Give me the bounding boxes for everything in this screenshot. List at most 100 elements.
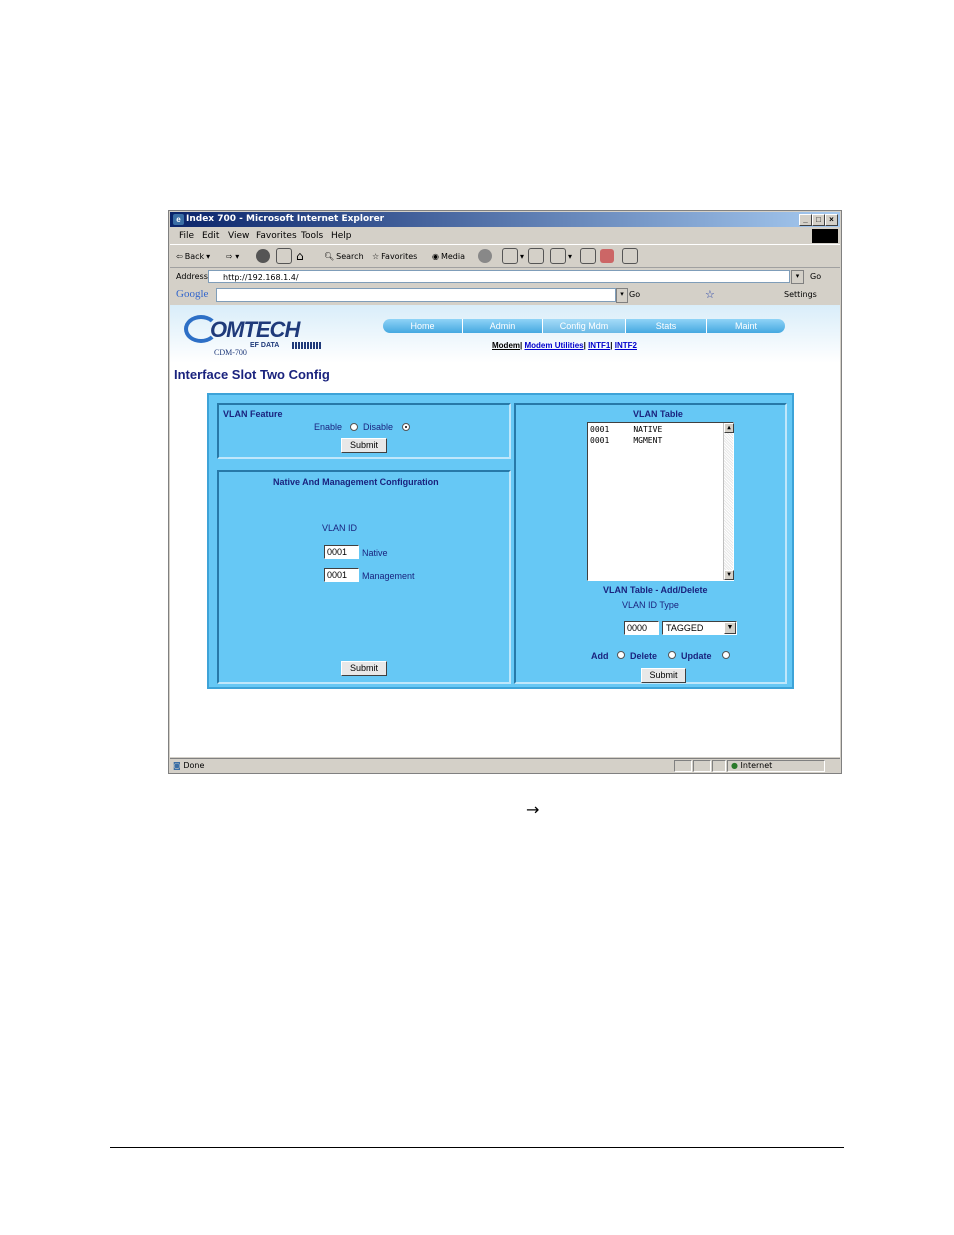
menu-help[interactable]: Help bbox=[331, 231, 352, 241]
main-nav: Home Admin Config Mdm Stats Maint bbox=[383, 319, 785, 333]
favorites-button[interactable]: ☆ Favorites bbox=[372, 248, 417, 264]
subnav-intf1[interactable]: INTF1 bbox=[588, 341, 610, 350]
favorites-label: Favorites bbox=[381, 251, 418, 261]
maximize-button[interactable]: □ bbox=[812, 214, 825, 226]
menu-edit[interactable]: Edit bbox=[202, 231, 219, 241]
menu-favorites[interactable]: Favorites bbox=[256, 231, 297, 241]
disable-label: Disable bbox=[363, 422, 394, 432]
add-radio[interactable] bbox=[617, 651, 625, 659]
address-bar: Address http://192.168.1.4/ ▾ Go bbox=[170, 268, 840, 286]
native-mgmt-submit-button[interactable]: Submit bbox=[341, 661, 387, 676]
refresh-button[interactable] bbox=[276, 248, 292, 264]
page-icon: ◙ bbox=[173, 761, 181, 770]
back-arrow-icon: ⇦ bbox=[176, 251, 183, 261]
bookmark-star-icon[interactable]: ☆ bbox=[705, 288, 715, 301]
status-segment bbox=[712, 760, 726, 772]
stop-button[interactable] bbox=[256, 248, 270, 264]
print-button[interactable] bbox=[528, 248, 544, 264]
menu-view[interactable]: View bbox=[228, 231, 249, 241]
messenger-button[interactable] bbox=[600, 248, 614, 264]
address-label: Address bbox=[176, 272, 208, 281]
print-icon bbox=[528, 248, 544, 264]
menu-file[interactable]: File bbox=[179, 231, 194, 241]
home-button[interactable]: ⌂ bbox=[296, 248, 304, 264]
arrow-right-icon: → bbox=[526, 800, 540, 819]
google-dropdown-button[interactable]: ▾ bbox=[616, 288, 628, 303]
config-panel: VLAN Feature Enable Disable Submit Nativ… bbox=[207, 393, 794, 689]
favorites-icon: ☆ bbox=[372, 251, 380, 261]
chevron-down-icon: ▾ bbox=[520, 251, 525, 261]
discuss-icon bbox=[580, 248, 596, 264]
search-button[interactable]: 🔍︎ Search bbox=[324, 248, 364, 264]
toolbar: ⇦ Back ▾ ⇨ ▾ ⌂ 🔍︎ Search ☆ Favorites ◉ M… bbox=[170, 245, 840, 268]
mail-button[interactable]: ▾ bbox=[502, 248, 524, 264]
forward-arrow-icon: ⇨ ▾ bbox=[226, 251, 240, 261]
word-icon bbox=[550, 248, 566, 264]
subnav-modem[interactable]: Modem bbox=[492, 341, 520, 350]
vlan-type-select[interactable]: TAGGED ▼ bbox=[662, 621, 737, 635]
vlan-table-row[interactable]: 0001 NATIVE bbox=[590, 425, 662, 434]
logo-text: OMTECH bbox=[210, 317, 300, 342]
subnav-intf2[interactable]: INTF2 bbox=[615, 341, 637, 350]
minimize-button[interactable]: _ bbox=[799, 214, 812, 226]
native-mgmt-box: Native And Management Configuration VLAN… bbox=[217, 470, 511, 684]
nav-home[interactable]: Home bbox=[383, 319, 463, 333]
discuss-button[interactable] bbox=[580, 248, 596, 264]
update-radio[interactable] bbox=[722, 651, 730, 659]
native-vlan-input[interactable]: 0001 bbox=[324, 545, 359, 559]
google-search-input[interactable] bbox=[216, 288, 616, 302]
google-logo: Google bbox=[176, 288, 209, 300]
back-button[interactable]: ⇦ Back ▾ bbox=[176, 248, 210, 264]
status-segment bbox=[674, 760, 692, 772]
disable-radio[interactable] bbox=[402, 423, 410, 431]
history-button[interactable] bbox=[478, 248, 492, 264]
vlan-table-list[interactable]: 0001 NATIVE 0001 MGMENT ▲ ▼ bbox=[587, 422, 734, 581]
media-button[interactable]: ◉ Media bbox=[432, 248, 465, 264]
media-icon: ◉ bbox=[432, 251, 439, 261]
research-button[interactable] bbox=[622, 248, 638, 264]
globe-icon: ● bbox=[731, 761, 738, 770]
scroll-up-icon[interactable]: ▲ bbox=[724, 423, 734, 433]
vlan-add-delete-title: VLAN Table - Add/Delete bbox=[603, 585, 708, 595]
vlan-table-row[interactable]: 0001 MGMENT bbox=[590, 436, 662, 445]
google-toolbar: Google ▾ Go ☆ Settings bbox=[170, 286, 840, 304]
search-icon: 🔍︎ bbox=[324, 251, 335, 261]
vlan-id-type-label: VLAN ID Type bbox=[622, 600, 679, 610]
logo-subtext: EF DATA bbox=[250, 342, 280, 349]
native-label: Native bbox=[362, 548, 388, 558]
close-button[interactable]: × bbox=[825, 214, 838, 226]
address-input[interactable]: http://192.168.1.4/ bbox=[208, 270, 790, 283]
address-go-button[interactable]: Go bbox=[810, 272, 821, 281]
window-title: Index 700 - Microsoft Internet Explorer bbox=[186, 214, 385, 224]
page-title: Interface Slot Two Config bbox=[174, 367, 330, 382]
nav-maint[interactable]: Maint bbox=[707, 319, 785, 333]
forward-button[interactable]: ⇨ ▾ bbox=[226, 248, 239, 264]
vlan-row-id: 0001 bbox=[590, 425, 610, 434]
history-icon bbox=[478, 249, 492, 263]
menu-tools[interactable]: Tools bbox=[301, 231, 323, 241]
management-label: Management bbox=[362, 571, 415, 581]
status-segment bbox=[693, 760, 711, 772]
status-done: Done bbox=[183, 761, 205, 770]
chevron-down-icon: ▾ bbox=[568, 251, 573, 261]
nav-stats[interactable]: Stats bbox=[626, 319, 707, 333]
nav-admin[interactable]: Admin bbox=[463, 319, 543, 333]
nav-config-mdm[interactable]: Config Mdm bbox=[543, 319, 626, 333]
status-text: ◙ Done bbox=[173, 761, 204, 770]
vlan-table-submit-button[interactable]: Submit bbox=[641, 668, 686, 683]
footer-rule bbox=[110, 1147, 844, 1148]
vlan-id-input[interactable]: 0000 bbox=[624, 621, 659, 635]
logo-bars bbox=[292, 342, 322, 349]
enable-radio[interactable] bbox=[350, 423, 358, 431]
vlan-feature-submit-button[interactable]: Submit bbox=[341, 438, 387, 453]
subnav-modem-utilities[interactable]: Modem Utilities bbox=[524, 341, 583, 350]
edit-button[interactable]: ▾ bbox=[550, 248, 572, 264]
management-vlan-input[interactable]: 0001 bbox=[324, 568, 359, 582]
google-go-button[interactable]: Go bbox=[629, 290, 640, 299]
vlan-list-scrollbar[interactable]: ▲ ▼ bbox=[723, 423, 734, 580]
scroll-down-icon[interactable]: ▼ bbox=[724, 570, 734, 580]
address-dropdown-button[interactable]: ▾ bbox=[791, 270, 804, 284]
delete-radio[interactable] bbox=[668, 651, 676, 659]
google-settings-button[interactable]: Settings bbox=[784, 290, 817, 299]
comtech-logo: OMTECH EF DATA bbox=[182, 315, 322, 355]
